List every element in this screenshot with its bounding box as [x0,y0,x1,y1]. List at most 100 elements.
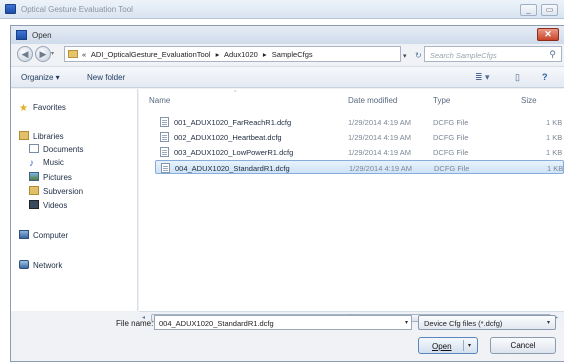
forward-button[interactable]: ▶ [35,46,51,62]
library-icon [19,131,29,140]
split-divider [463,340,464,351]
column-header-name[interactable]: Name [149,96,170,105]
breadcrumb-overflow[interactable]: « [82,50,86,59]
file-type: DCFG File [433,118,469,127]
cancel-button[interactable]: Cancel [490,337,556,354]
sidebar-item-label: Network [33,261,63,270]
sidebar-item-libraries[interactable]: Libraries [19,131,64,143]
restore-button[interactable]: ▭ [541,4,558,16]
column-header-date[interactable]: Date modified [348,96,397,105]
search-icon[interactable]: ⚲ [549,49,556,60]
close-button[interactable]: ✕ [537,28,559,41]
app-titlebar: Optical Gesture Evaluation Tool _ ▭ [0,0,564,19]
column-header-size[interactable]: Size [521,96,537,105]
folder-icon [29,186,39,195]
open-options-dropdown[interactable]: ▾ [468,342,471,349]
file-row[interactable]: 002_ADUX1020_Heartbeat.dcfg 1/29/2014 4:… [155,130,564,144]
help-icon[interactable]: ? [542,72,548,82]
folder-icon [68,50,78,58]
back-button[interactable]: ◀ [17,46,33,62]
sidebar-item-pictures[interactable]: Pictures [29,172,72,184]
breadcrumb-separator[interactable]: ▸ [263,50,267,59]
open-dialog: Open ✕ ◀ ▶ ▾ « ADI_OpticalGesture_Evalua… [10,25,564,362]
file-row[interactable]: 001_ADUX1020_FarReachR1.dcfg 1/29/2014 4… [155,115,564,129]
sidebar-item-network[interactable]: Network [19,260,62,272]
dialog-icon [16,30,27,40]
file-date: 1/29/2014 4:19 AM [348,118,411,127]
sidebar-item-music[interactable]: ♪ Music [29,158,64,170]
file-date: 1/29/2014 4:19 AM [348,133,411,142]
file-name: 001_ADUX1020_FarReachR1.dcfg [174,118,292,127]
sidebar-item-label: Computer [33,231,69,240]
breadcrumb-item[interactable]: Adux1020 [224,50,258,59]
sidebar-item-documents[interactable]: Documents [29,144,83,156]
dialog-titlebar: Open ✕ [11,26,564,44]
documents-icon [29,144,39,153]
chevron-down-icon: ▾ [546,320,550,326]
videos-icon [29,200,39,209]
file-icon [161,163,170,173]
address-dropdown[interactable]: ▾ [403,52,407,60]
address-bar[interactable]: « ADI_OpticalGesture_EvaluationTool ▸ Ad… [64,46,422,62]
file-type: DCFG File [433,148,469,157]
preview-pane-icon[interactable]: ▯ [515,72,520,83]
filename-dropdown-icon[interactable]: ▾ [405,319,408,326]
sidebar-item-label: Favorites [33,103,66,112]
minimize-button[interactable]: _ [520,4,537,16]
open-button[interactable]: Open ▾ [418,337,478,354]
computer-icon [19,230,29,239]
app-title: Optical Gesture Evaluation Tool [21,5,133,14]
music-icon: ♪ [29,158,34,169]
sidebar-item-label: Pictures [43,173,72,182]
file-size: 1 KB [546,148,563,157]
file-type: DCFG File [433,133,469,142]
file-type: DCFG File [434,164,470,173]
file-icon [160,147,169,157]
sidebar-item-label: Documents [43,145,84,154]
file-icon [160,117,169,127]
star-icon: ★ [19,103,28,114]
address-row: ◀ ▶ ▾ « ADI_OpticalGesture_EvaluationToo… [11,44,564,64]
sidebar-item-subversion[interactable]: Subversion [29,186,83,198]
file-name: 002_ADUX1020_Heartbeat.dcfg [174,133,282,142]
file-row-selected[interactable]: 004_ADUX1020_StandardR1.dcfg 1/29/2014 4… [155,160,564,174]
toolbar: Organize ▾ New folder ≣ ▾ ▯ ? [11,66,564,88]
filename-field[interactable]: 004_ADUX1020_StandardR1.dcfg ▾ [154,315,412,330]
file-list: Name ^ Date modified Type Size 001_ADUX1… [139,89,564,311]
file-row[interactable]: 003_ADUX1020_LowPowerR1.dcfg 1/29/2014 4… [155,145,564,159]
file-icon [160,132,169,142]
refresh-icon[interactable]: ↻ [415,51,422,60]
sort-indicator-icon: ^ [234,90,237,96]
file-type-value: Device Cfg files (*.dcfg) [424,319,503,328]
sidebar-item-favorites[interactable]: ★ Favorites [19,103,66,115]
filename-value: 004_ADUX1020_StandardR1.dcfg [159,319,274,328]
sidebar-item-computer[interactable]: Computer [19,230,68,242]
file-size: 1 KB [546,133,563,142]
change-view-icon[interactable]: ≣ ▾ [475,72,490,83]
file-date: 1/29/2014 4:19 AM [348,148,411,157]
breadcrumb-separator[interactable]: ▸ [216,50,220,59]
sidebar-item-label: Libraries [33,132,64,141]
sidebar-item-videos[interactable]: Videos [29,200,67,212]
navigation-pane: ★ Favorites Libraries Documents ♪ Music Pi… [11,89,138,311]
search-box[interactable]: Search SampleCfgs ⚲ [424,46,562,62]
pictures-icon [29,172,39,181]
filename-label: File name: [116,319,154,328]
new-folder-button[interactable]: New folder [87,73,125,82]
organize-menu[interactable]: Organize ▾ [21,73,60,82]
breadcrumb-item[interactable]: ADI_OpticalGesture_EvaluationTool [91,50,211,59]
dialog-title: Open [32,31,52,40]
file-size: 1 KB [546,118,563,127]
open-button-label: Open [432,342,452,351]
file-type-select[interactable]: Device Cfg files (*.dcfg) ▾ [418,315,556,330]
file-size: 1 KB [547,164,564,173]
breadcrumb-item[interactable]: SampleCfgs [272,50,313,59]
file-date: 1/29/2014 4:19 AM [349,164,412,173]
file-name: 004_ADUX1020_StandardR1.dcfg [175,164,290,173]
file-name: 003_ADUX1020_LowPowerR1.dcfg [174,148,294,157]
sidebar-item-label: Music [43,158,64,167]
network-icon [19,260,29,269]
sidebar-item-label: Subversion [43,187,84,196]
recent-pages-dropdown[interactable]: ▾ [51,50,54,57]
column-header-type[interactable]: Type [433,96,450,105]
